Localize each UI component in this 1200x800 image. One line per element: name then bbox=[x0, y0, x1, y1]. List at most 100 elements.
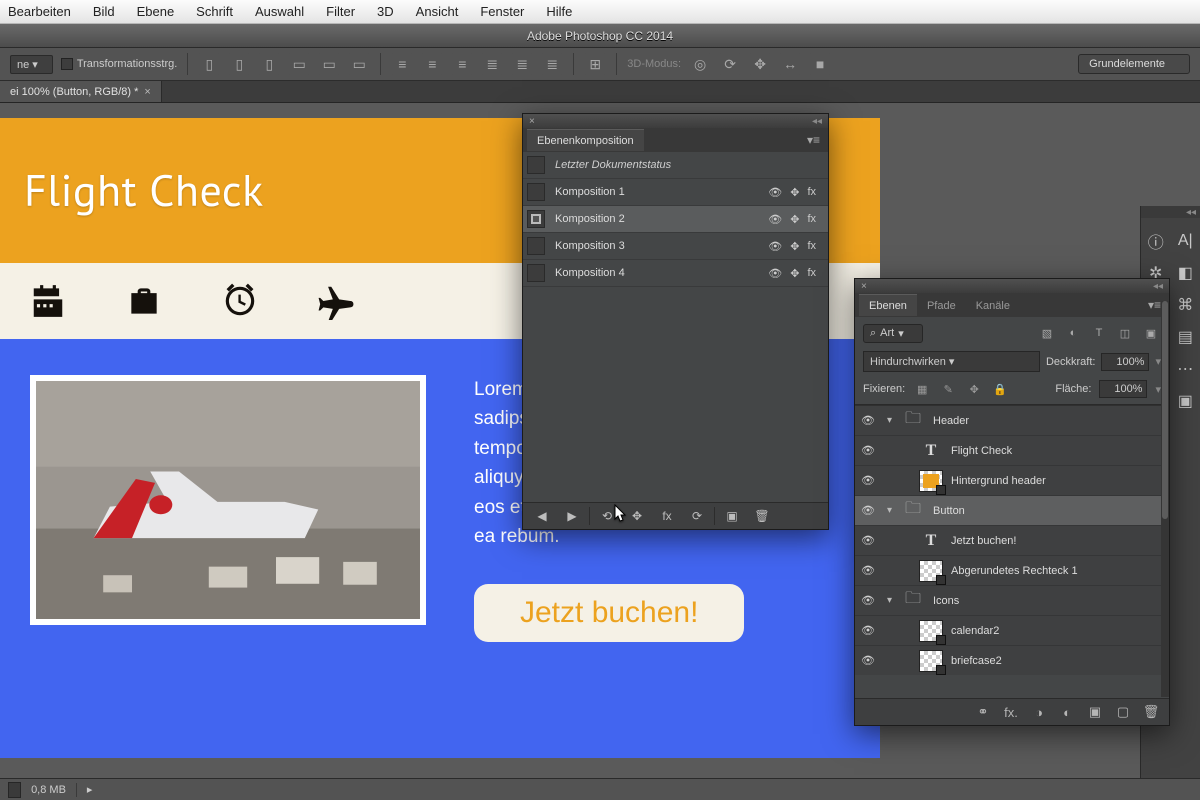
opacity-field[interactable]: 100% bbox=[1101, 353, 1149, 371]
layer-comp-row-lastdoc[interactable]: Letzter Dokumentstatus bbox=[523, 152, 828, 179]
dock-collapse-icon[interactable]: ◂◂ bbox=[1141, 206, 1200, 218]
menu-item[interactable]: Ebene bbox=[137, 4, 175, 19]
layer-thumbnail[interactable] bbox=[919, 620, 943, 642]
panel-collapse-icon[interactable]: ◂◂ bbox=[1153, 281, 1163, 292]
appearance-icon[interactable]: fx bbox=[807, 267, 816, 280]
distribute-right-icon[interactable]: ≣ bbox=[541, 53, 563, 75]
position-icon[interactable]: ✥ bbox=[790, 186, 799, 199]
new-group-icon[interactable]: ▣ bbox=[1083, 704, 1107, 720]
align-hcenter-icon[interactable]: ▯ bbox=[228, 53, 250, 75]
appearance-icon[interactable]: fx bbox=[807, 213, 816, 226]
layers-panel[interactable]: × ◂◂ Ebenen Pfade Kanäle ▾≡ ⌕Art ▾ ▧ ◐ T… bbox=[854, 278, 1170, 726]
apply-comp-icon[interactable] bbox=[527, 156, 545, 174]
menu-item[interactable]: Fenster bbox=[480, 4, 524, 19]
layer-visibility-icon[interactable]: 👁 bbox=[855, 594, 881, 607]
roll-icon[interactable]: ⟳ bbox=[719, 53, 741, 75]
layer-thumbnail[interactable]: T bbox=[919, 440, 943, 462]
update-fx-icon[interactable]: fx bbox=[654, 506, 680, 526]
align-bottom-icon[interactable]: ▭ bbox=[348, 53, 370, 75]
layer-kind-filter[interactable]: ⌕Art ▾ bbox=[863, 324, 923, 343]
layer-thumbnail[interactable]: T bbox=[919, 530, 943, 552]
prev-comp-icon[interactable]: ◀ bbox=[529, 506, 555, 526]
visibility-icon[interactable]: 👁 bbox=[768, 213, 782, 226]
layer-name[interactable]: Header bbox=[933, 415, 1169, 427]
status-arrow-icon[interactable]: ▸ bbox=[87, 783, 93, 796]
filter-shape-icon[interactable]: ◫ bbox=[1115, 323, 1135, 343]
layer-visibility-icon[interactable]: 👁 bbox=[855, 624, 881, 637]
libraries-panel-icon[interactable]: ▣ bbox=[1174, 390, 1196, 412]
panel-menu-icon[interactable]: ▾≡ bbox=[803, 133, 824, 147]
new-layer-icon[interactable]: ▢ bbox=[1111, 704, 1135, 720]
layer-row[interactable]: 👁Hintergrund header bbox=[855, 466, 1169, 496]
workspace-switcher[interactable]: Grundelemente bbox=[1078, 54, 1190, 74]
align-vcenter-icon[interactable]: ▭ bbox=[318, 53, 340, 75]
appearance-icon[interactable]: fx bbox=[807, 240, 816, 253]
layer-fx-icon[interactable]: fx. bbox=[999, 705, 1023, 720]
position-icon[interactable]: ✥ bbox=[790, 240, 799, 253]
layer-row[interactable]: 👁TJetzt buchen! bbox=[855, 526, 1169, 556]
filter-type-icon[interactable]: T bbox=[1089, 323, 1109, 343]
lock-all-icon[interactable]: 🔒 bbox=[991, 380, 1009, 398]
apply-comp-icon[interactable] bbox=[527, 264, 545, 282]
layer-visibility-icon[interactable]: 👁 bbox=[855, 564, 881, 577]
lock-position-icon[interactable]: ✥ bbox=[965, 380, 983, 398]
position-icon[interactable]: ✥ bbox=[790, 267, 799, 280]
layer-name[interactable]: calendar2 bbox=[951, 625, 1169, 637]
apply-comp-icon[interactable] bbox=[527, 183, 545, 201]
distribute-hcenter-icon[interactable]: ≣ bbox=[511, 53, 533, 75]
adjustment-layer-icon[interactable]: ◐ bbox=[1055, 705, 1079, 720]
apply-comp-icon[interactable] bbox=[527, 237, 545, 255]
auto-align-icon[interactable]: ⊞ bbox=[584, 53, 606, 75]
orbit-icon[interactable]: ◎ bbox=[689, 53, 711, 75]
panel-close-icon[interactable]: × bbox=[861, 281, 867, 292]
transform-controls-checkbox[interactable]: Transformationsstrg. bbox=[61, 58, 177, 70]
layer-row[interactable]: 👁 Abgerundetes Rechteck 1 bbox=[855, 556, 1169, 586]
scale3d-icon[interactable]: ■ bbox=[809, 53, 831, 75]
filter-smart-icon[interactable]: ▣ bbox=[1141, 323, 1161, 343]
appearance-icon[interactable]: fx bbox=[807, 186, 816, 199]
distribute-bottom-icon[interactable]: ≡ bbox=[451, 53, 473, 75]
apply-comp-icon[interactable] bbox=[527, 210, 545, 228]
layer-thumbnail[interactable] bbox=[919, 560, 943, 582]
layer-visibility-icon[interactable]: 👁 bbox=[855, 414, 881, 427]
fill-field[interactable]: 100% bbox=[1099, 380, 1147, 398]
panel-close-icon[interactable]: × bbox=[529, 116, 535, 127]
distribute-left-icon[interactable]: ≣ bbox=[481, 53, 503, 75]
layer-name[interactable]: Icons bbox=[933, 595, 1169, 607]
layer-comp-row[interactable]: Komposition 1 👁✥fx bbox=[523, 179, 828, 206]
group-twisty-icon[interactable]: ▾ bbox=[887, 595, 901, 606]
link-layers-icon[interactable]: ⚭ bbox=[971, 704, 995, 720]
layer-visibility-icon[interactable]: 👁 bbox=[855, 504, 881, 517]
layer-thumbnail[interactable]: 🗀 bbox=[901, 500, 925, 522]
visibility-icon[interactable]: 👁 bbox=[768, 186, 782, 199]
distribute-top-icon[interactable]: ≡ bbox=[391, 53, 413, 75]
navigator-panel-icon[interactable]: ◧ bbox=[1174, 262, 1196, 284]
layer-visibility-icon[interactable]: 👁 bbox=[855, 534, 881, 547]
layer-thumbnail[interactable]: 🗀 bbox=[901, 410, 925, 432]
layer-row[interactable]: 👁▾🗀Button bbox=[855, 496, 1169, 526]
close-tab-icon[interactable]: × bbox=[144, 86, 150, 98]
info-panel-icon[interactable]: ⓘ bbox=[1145, 230, 1167, 252]
layer-comp-row[interactable]: Komposition 3 👁✥fx bbox=[523, 233, 828, 260]
paths-tab[interactable]: Pfade bbox=[917, 295, 966, 316]
layer-row[interactable]: 👁TFlight Check bbox=[855, 436, 1169, 466]
align-left-icon[interactable]: ▯ bbox=[198, 53, 220, 75]
layer-row[interactable]: 👁▾🗀Header bbox=[855, 406, 1169, 436]
lock-pixels-icon[interactable]: ✎ bbox=[939, 380, 957, 398]
panel-collapse-icon[interactable]: ◂◂ bbox=[812, 116, 822, 127]
update-comp-icon[interactable]: ⟲ bbox=[594, 506, 620, 526]
layer-thumbnail[interactable] bbox=[919, 650, 943, 672]
menu-item[interactable]: Bild bbox=[93, 4, 115, 19]
zoom-field[interactable] bbox=[8, 782, 21, 798]
layer-comps-tab[interactable]: Ebenenkomposition bbox=[527, 129, 644, 151]
layer-name[interactable]: Abgerundetes Rechteck 1 bbox=[951, 565, 1169, 577]
blend-mode-dropdown[interactable]: Hindurchwirken ▾ bbox=[863, 351, 1040, 372]
layer-name[interactable]: Hintergrund header bbox=[951, 475, 1169, 487]
distribute-vcenter-icon[interactable]: ≡ bbox=[421, 53, 443, 75]
tool-preset-dropdown[interactable]: ne ▾ bbox=[10, 55, 53, 74]
layers-tab[interactable]: Ebenen bbox=[859, 294, 917, 316]
layers-scrollbar[interactable] bbox=[1161, 301, 1169, 697]
menu-item[interactable]: Schrift bbox=[196, 4, 233, 19]
slide-icon[interactable]: ↔ bbox=[779, 53, 801, 75]
visibility-icon[interactable]: 👁 bbox=[768, 267, 782, 280]
